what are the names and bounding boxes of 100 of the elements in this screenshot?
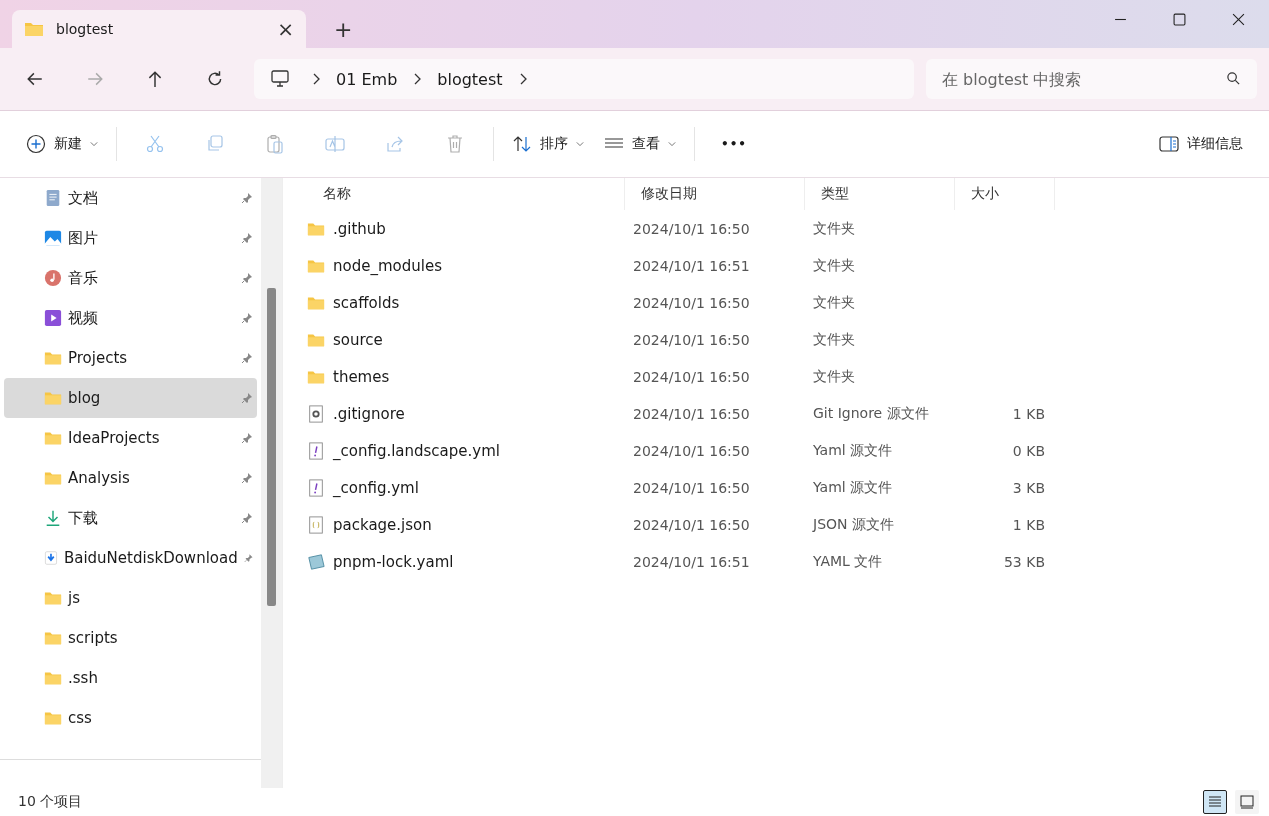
pin-icon[interactable] bbox=[241, 392, 253, 404]
type-cell-text: 文件夹 bbox=[812, 330, 856, 349]
breadcrumb-item[interactable]: blogtest bbox=[437, 69, 503, 89]
size-cell: 53 KB bbox=[1003, 553, 1045, 570]
tiles-view-button[interactable] bbox=[1235, 790, 1259, 814]
details-pane-button[interactable]: 详细信息 bbox=[1149, 128, 1253, 160]
sidebar-item[interactable]: 图片 bbox=[4, 218, 257, 258]
search-field[interactable]: 在 blogtest 中搜索 bbox=[926, 59, 1257, 99]
picture-icon bbox=[44, 229, 62, 247]
notepad-icon bbox=[307, 552, 325, 571]
sidebar-item[interactable]: .ssh bbox=[4, 658, 257, 698]
list-icon bbox=[1207, 794, 1223, 810]
scrollbar[interactable] bbox=[261, 178, 282, 788]
size-cell: 0 KB bbox=[1012, 442, 1045, 459]
document-icon bbox=[44, 189, 62, 207]
close-icon[interactable] bbox=[1232, 13, 1245, 26]
pin-icon[interactable] bbox=[241, 272, 253, 284]
sort-arrows-icon bbox=[512, 134, 532, 154]
braces-file-icon bbox=[307, 515, 325, 534]
sidebar-item[interactable]: 文档 bbox=[4, 178, 257, 218]
pin-icon[interactable] bbox=[241, 232, 253, 244]
size-cell: 1 KB bbox=[1012, 405, 1045, 422]
pin-icon[interactable] bbox=[241, 312, 253, 324]
breadcrumb-item[interactable]: 01 Emb bbox=[336, 69, 398, 89]
type-cell-text: YAML 文件 bbox=[812, 552, 884, 571]
date-cell-text: 2024/10/1 16:51 bbox=[632, 257, 751, 274]
pin-icon[interactable] bbox=[241, 472, 253, 484]
file-name[interactable]: .github bbox=[333, 219, 386, 238]
chevron-icon bbox=[312, 73, 320, 85]
type-cell-text: 文件夹 bbox=[812, 219, 856, 238]
sidebar-item[interactable]: js bbox=[4, 578, 257, 618]
sidebar-item[interactable]: 视频 bbox=[4, 298, 257, 338]
back-arrow-icon[interactable] bbox=[26, 70, 44, 88]
file-name[interactable]: pnpm-lock.yaml bbox=[333, 552, 454, 571]
search-icon bbox=[1226, 71, 1241, 86]
video-icon bbox=[44, 309, 62, 327]
maximize-icon[interactable] bbox=[1173, 13, 1186, 26]
size-cell: 1 KB bbox=[1012, 516, 1045, 533]
file-name[interactable]: scaffolds bbox=[333, 293, 400, 312]
file-name[interactable]: themes bbox=[333, 367, 390, 386]
up-arrow-icon[interactable] bbox=[146, 70, 164, 88]
new-button[interactable]: 新建 bbox=[16, 128, 108, 160]
type-cell-text: 文件夹 bbox=[812, 367, 856, 386]
tiles-icon bbox=[1239, 794, 1255, 810]
date-cell-text: 2024/10/1 16:50 bbox=[632, 442, 751, 459]
forward-arrow-icon[interactable] bbox=[86, 70, 104, 88]
sidebar-item[interactable]: 下载 bbox=[4, 498, 257, 538]
sidebar-item[interactable]: Analysis bbox=[4, 458, 257, 498]
caret-icon bbox=[90, 141, 98, 147]
column-header[interactable]: 大小 bbox=[955, 178, 1055, 210]
pin-icon[interactable] bbox=[241, 352, 253, 364]
details-view-button[interactable] bbox=[1203, 790, 1227, 814]
exclamation-file-icon bbox=[307, 441, 325, 460]
sidebar-item[interactable]: css bbox=[4, 698, 257, 738]
pin-icon[interactable] bbox=[241, 512, 253, 524]
view-button[interactable]: 查看 bbox=[594, 128, 686, 160]
caret-icon bbox=[668, 141, 676, 147]
refresh-icon[interactable] bbox=[206, 70, 224, 88]
column-header[interactable]: 类型 bbox=[805, 178, 955, 210]
column-header[interactable]: 名称 bbox=[307, 178, 625, 210]
sidebar-item[interactable]: blog bbox=[4, 378, 257, 418]
download-file-icon bbox=[44, 549, 58, 567]
sidebar-item[interactable]: Projects bbox=[4, 338, 257, 378]
caret-icon bbox=[576, 141, 584, 147]
file-name[interactable]: .gitignore bbox=[333, 404, 405, 423]
column-header[interactable]: 修改日期 bbox=[625, 178, 805, 210]
close-tab-button[interactable]: × bbox=[277, 17, 294, 41]
sort-button[interactable]: 排序 bbox=[502, 128, 594, 160]
date-cell-text: 2024/10/1 16:50 bbox=[632, 405, 751, 422]
sidebar-item[interactable]: 音乐 bbox=[4, 258, 257, 298]
pin-icon[interactable] bbox=[243, 552, 253, 564]
type-cell-text: 文件夹 bbox=[812, 293, 856, 312]
date-cell-text: 2024/10/1 16:50 bbox=[632, 220, 751, 237]
sidebar-item[interactable]: BaiduNetdiskDownload bbox=[4, 538, 257, 578]
chevron-icon bbox=[413, 73, 422, 85]
sidebar-item[interactable]: IdeaProjects bbox=[4, 418, 257, 458]
new-tab-button[interactable]: + bbox=[334, 17, 353, 42]
tab[interactable]: blogtest × bbox=[12, 10, 306, 48]
date-cell-text: 2024/10/1 16:50 bbox=[632, 368, 751, 385]
type-cell-text: Yaml 源文件 bbox=[812, 478, 894, 497]
date-cell-text: 2024/10/1 16:50 bbox=[632, 331, 751, 348]
file-name[interactable]: _config.landscape.yml bbox=[333, 441, 500, 460]
file-name[interactable]: package.json bbox=[333, 515, 432, 534]
item-count: 10 个项目 bbox=[18, 793, 83, 811]
file-name[interactable]: source bbox=[333, 330, 383, 349]
pin-icon[interactable] bbox=[241, 192, 253, 204]
gear-file-icon bbox=[307, 404, 325, 423]
address-bar[interactable]: 01 Emb blogtest bbox=[254, 59, 914, 99]
date-cell-text: 2024/10/1 16:50 bbox=[632, 294, 751, 311]
file-name[interactable]: node_modules bbox=[333, 256, 442, 275]
type-cell-text: Yaml 源文件 bbox=[812, 441, 894, 460]
more-button[interactable]: ••• bbox=[703, 137, 765, 151]
file-name[interactable]: _config.yml bbox=[333, 478, 419, 497]
chevron-icon[interactable] bbox=[518, 73, 527, 85]
exclamation-file-icon bbox=[307, 478, 325, 497]
pin-icon[interactable] bbox=[241, 432, 253, 444]
sidebar-item[interactable]: scripts bbox=[4, 618, 257, 658]
download-arrow-icon bbox=[44, 509, 62, 527]
computer-icon bbox=[270, 70, 290, 88]
type-cell-text: Git Ignore 源文件 bbox=[812, 404, 930, 423]
